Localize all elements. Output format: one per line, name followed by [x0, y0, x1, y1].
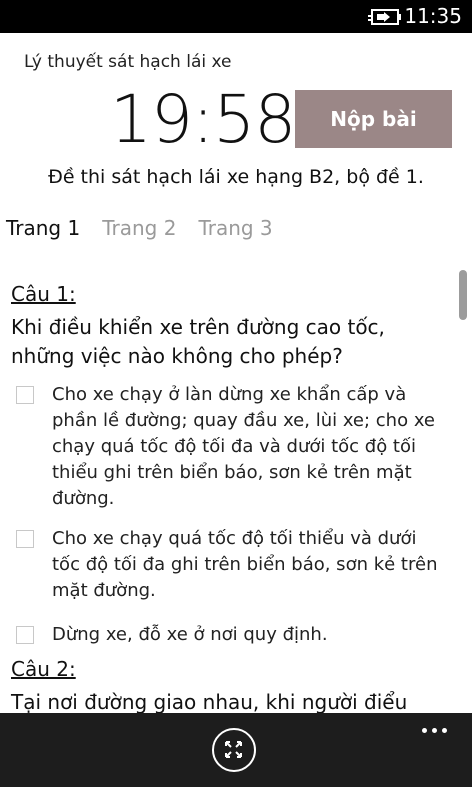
countdown-timer: 19:58 — [110, 81, 296, 158]
checkbox[interactable] — [16, 626, 34, 644]
fullscreen-button[interactable] — [212, 728, 256, 772]
question-2-label: Câu 2: — [11, 657, 76, 681]
question-1-label: Câu 1: — [11, 282, 76, 306]
fullscreen-icon — [225, 741, 242, 758]
tab-page-1[interactable]: Trang 1 — [6, 216, 80, 240]
option-text: Cho xe chạy ở làn dừng xe khẩn cấp và ph… — [52, 384, 436, 509]
question-1-text: Khi điều khiển xe trên đường cao tốc, nh… — [11, 315, 385, 368]
question-1-option-3[interactable]: Dừng xe, đỗ xe ở nơi quy định. — [16, 622, 446, 648]
submit-button[interactable]: Nộp bài — [295, 90, 452, 148]
app-title: Lý thuyết sát hạch lái xe — [24, 52, 232, 72]
question-1-option-2[interactable]: Cho xe chạy quá tốc độ tối thiểu và dưới… — [16, 526, 446, 604]
option-text: Cho xe chạy quá tốc độ tối thiểu và dưới… — [52, 528, 438, 601]
question-list: Câu 1: Khi điều khiển xe trên đường cao … — [0, 268, 472, 713]
app-bar — [0, 713, 472, 787]
question-2-text: Tại nơi đường giao nhau, khi người điểu — [11, 690, 408, 713]
option-text: Dừng xe, đỗ xe ở nơi quy định. — [52, 624, 328, 645]
checkbox[interactable] — [16, 530, 34, 548]
exam-title: Đề thi sát hạch lái xe hạng B2, bộ đề 1. — [48, 166, 424, 188]
battery-charging-icon — [368, 9, 401, 25]
tab-page-2[interactable]: Trang 2 — [102, 216, 176, 240]
tab-page-3[interactable]: Trang 3 — [198, 216, 272, 240]
page-tabs: Trang 1 Trang 2 Trang 3 — [6, 216, 273, 240]
checkbox[interactable] — [16, 386, 34, 404]
status-clock: 11:35 — [404, 4, 462, 28]
more-icon[interactable] — [422, 725, 450, 735]
status-bar: 11:35 — [0, 0, 472, 33]
question-1-option-1[interactable]: Cho xe chạy ở làn dừng xe khẩn cấp và ph… — [16, 382, 446, 512]
